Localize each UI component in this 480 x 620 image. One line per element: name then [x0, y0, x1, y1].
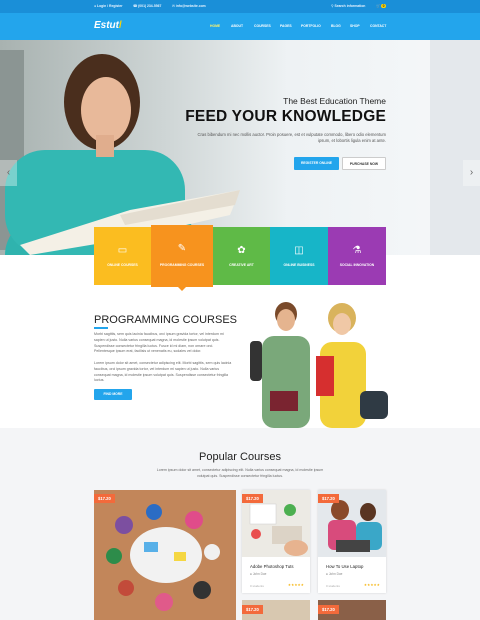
course-title[interactable]: Adobe Photoshop Tuts — [250, 564, 293, 569]
featured-course-image — [94, 490, 236, 620]
nav-pages[interactable]: PAGES — [280, 24, 292, 28]
course-card-photoshop[interactable]: $17.20 Adobe Photoshop Tuts ● John Doe 0… — [242, 490, 310, 593]
flask-icon: ⚗ — [352, 245, 362, 256]
bookshelf-image — [430, 40, 480, 255]
phone-text: ☎ (001) 234-5567 — [133, 4, 162, 8]
nav-portfolio[interactable]: PORTFOLIO — [301, 24, 321, 28]
rating-stars: ★★★★★ — [287, 583, 304, 587]
course-author: ● John Doe — [250, 572, 267, 576]
category-social-innovation[interactable]: ⚗ SOCIAL INNOVATION — [328, 227, 386, 285]
logo-mark-icon: / — [119, 20, 122, 31]
category-label: SOCIAL INNOVATION — [339, 263, 375, 267]
programming-paragraph-1: Morbi sagittis, sem quis lacinia faucibu… — [94, 332, 224, 354]
category-label: ONLINE COURSES — [107, 263, 138, 267]
site-logo[interactable]: Estut/ — [94, 20, 122, 31]
category-programming-courses[interactable]: ✎ PROGRAMMING COURSES — [151, 225, 213, 287]
price-badge: $17.20 — [318, 605, 339, 614]
login-link[interactable]: ● Login / Register — [94, 4, 123, 8]
category-label: PROGRAMMING COURSES — [159, 263, 205, 267]
cart-icon: ◫ — [294, 245, 304, 256]
top-bar: ● Login / Register ☎ (001) 234-5567 ✉ in… — [0, 0, 480, 13]
hero-slider: ‹ › — [0, 40, 480, 255]
search-input[interactable]: ⚲ Search information — [331, 4, 365, 8]
course-card-partial[interactable]: $17.20 — [242, 600, 310, 620]
register-online-button[interactable]: REGISTER ONLINE — [294, 157, 339, 170]
cart-count-badge: 0 — [381, 4, 387, 8]
palette-icon: ✿ — [237, 245, 246, 256]
hero-description: Cras bibendum mi nec mollis auctor. Proi… — [197, 132, 386, 143]
featured-course-card[interactable]: $17.20 — [94, 490, 236, 620]
course-students: 0 students — [250, 584, 264, 588]
popular-courses-description: Lorem ipsum dolor sit amet, consectetur … — [156, 468, 324, 478]
nav-home[interactable]: HOME — [210, 24, 220, 28]
purchase-now-button[interactable]: PURCHASE NOW — [342, 157, 386, 170]
email-text: ✉ info@website.com — [172, 4, 206, 8]
hero-title: FEED YOUR KNOWLEDGE — [185, 108, 386, 125]
category-online-courses[interactable]: ▭ ONLINE COURSES — [94, 227, 151, 285]
category-creative-art[interactable]: ✿ CREATIVE ART — [213, 227, 270, 285]
price-badge: $17.20 — [94, 494, 115, 503]
course-author: ● John Doe — [326, 572, 343, 576]
category-label: ONLINE BUSINESS — [283, 263, 315, 267]
course-title[interactable]: How To Use Laptop — [326, 564, 363, 569]
programming-section-title: PROGRAMMING COURSES — [94, 314, 238, 326]
course-card-partial[interactable]: $17.20 — [318, 600, 386, 620]
nav-shop[interactable]: SHOP — [350, 24, 360, 28]
hero-student-image — [5, 54, 240, 255]
course-card-laptop[interactable]: $17.20 How To Use Laptop ● John Doe 0 st… — [318, 490, 386, 593]
price-badge: $17.20 — [242, 605, 263, 614]
category-online-business[interactable]: ◫ ONLINE BUSINESS — [270, 227, 328, 285]
title-underline — [94, 327, 108, 329]
nav-courses[interactable]: COURSES — [254, 24, 271, 28]
students-image — [250, 302, 388, 428]
price-badge: $17.20 — [242, 494, 263, 503]
hero-subtitle: The Best Education Theme — [283, 96, 386, 106]
nav-contact[interactable]: CONTACT — [370, 24, 386, 28]
nav-blog[interactable]: BLOG — [331, 24, 341, 28]
slider-prev-arrow[interactable]: ‹ — [0, 160, 17, 186]
course-students: 0 students — [326, 584, 340, 588]
find-more-button[interactable]: FIND MORE — [94, 389, 132, 400]
cart-icon[interactable]: 🛒 0 — [376, 4, 387, 8]
nav-about[interactable]: ABOUT — [231, 24, 243, 28]
laptop-icon: ▭ — [117, 245, 128, 256]
active-category-pointer — [178, 287, 186, 291]
main-navbar: Estut/ HOME ABOUT COURSES PAGES PORTFOLI… — [0, 13, 480, 40]
programming-paragraph-2: Lorem ipsum dolor sit amet, consectetur … — [94, 361, 232, 383]
category-label: CREATIVE ART — [229, 263, 254, 267]
rating-stars: ★★★★★ — [363, 583, 380, 587]
document-icon: ✎ — [177, 243, 187, 254]
price-badge: $17.20 — [318, 494, 339, 503]
slider-next-arrow[interactable]: › — [463, 160, 480, 186]
popular-courses-title: Popular Courses — [199, 451, 281, 463]
